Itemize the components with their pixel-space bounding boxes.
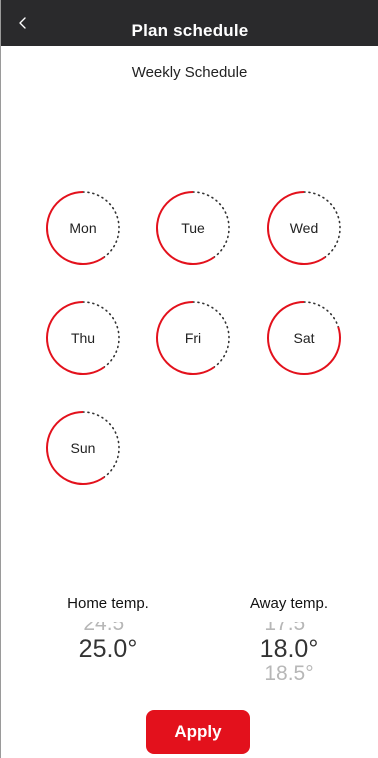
page-title: Plan schedule xyxy=(131,21,249,40)
title-bar: Plan schedule xyxy=(1,0,378,46)
day-label: Fri xyxy=(184,330,202,346)
day-dial-sun[interactable]: Sun xyxy=(43,408,123,488)
day-label: Sat xyxy=(293,330,315,346)
home-temp-picker[interactable]: 24.5° 25.0° xyxy=(48,622,168,692)
home-temp-label: Home temp. xyxy=(67,595,149,612)
day-dial-fri[interactable]: Fri xyxy=(153,298,233,378)
day-label: Tue xyxy=(181,220,205,236)
day-dial-sat[interactable]: Sat xyxy=(264,298,344,378)
plan-schedule-screen: Plan schedule Weekly Schedule Mon Tue We… xyxy=(0,0,378,758)
day-label: Sun xyxy=(70,440,96,456)
home-temp-section: Home temp. 24.5° 25.0° xyxy=(48,594,168,692)
day-dial-tue[interactable]: Tue xyxy=(153,188,233,268)
away-temp-prev-value: 17.5° xyxy=(264,622,314,635)
day-label: Wed xyxy=(289,220,319,236)
weekly-schedule-heading: Weekly Schedule xyxy=(131,64,248,81)
home-temp-prev-value: 24.5° xyxy=(83,622,133,635)
day-label: Thu xyxy=(70,330,96,346)
home-temp-value: 25.0° xyxy=(78,635,138,663)
day-dial-thu[interactable]: Thu xyxy=(43,298,123,378)
day-dial-mon[interactable]: Mon xyxy=(43,188,123,268)
away-temp-section: Away temp. 17.5° 18.0° 18.5° xyxy=(229,594,349,692)
away-temp-next-value: 18.5° xyxy=(264,662,314,685)
apply-button[interactable]: Apply xyxy=(146,710,250,754)
away-temp-value: 18.0° xyxy=(259,635,319,663)
day-label: Mon xyxy=(69,220,97,236)
home-temp-next-value xyxy=(48,664,168,684)
away-temp-label: Away temp. xyxy=(249,595,329,612)
day-dial-wed[interactable]: Wed xyxy=(264,188,344,268)
away-temp-picker[interactable]: 17.5° 18.0° 18.5° xyxy=(229,622,349,692)
